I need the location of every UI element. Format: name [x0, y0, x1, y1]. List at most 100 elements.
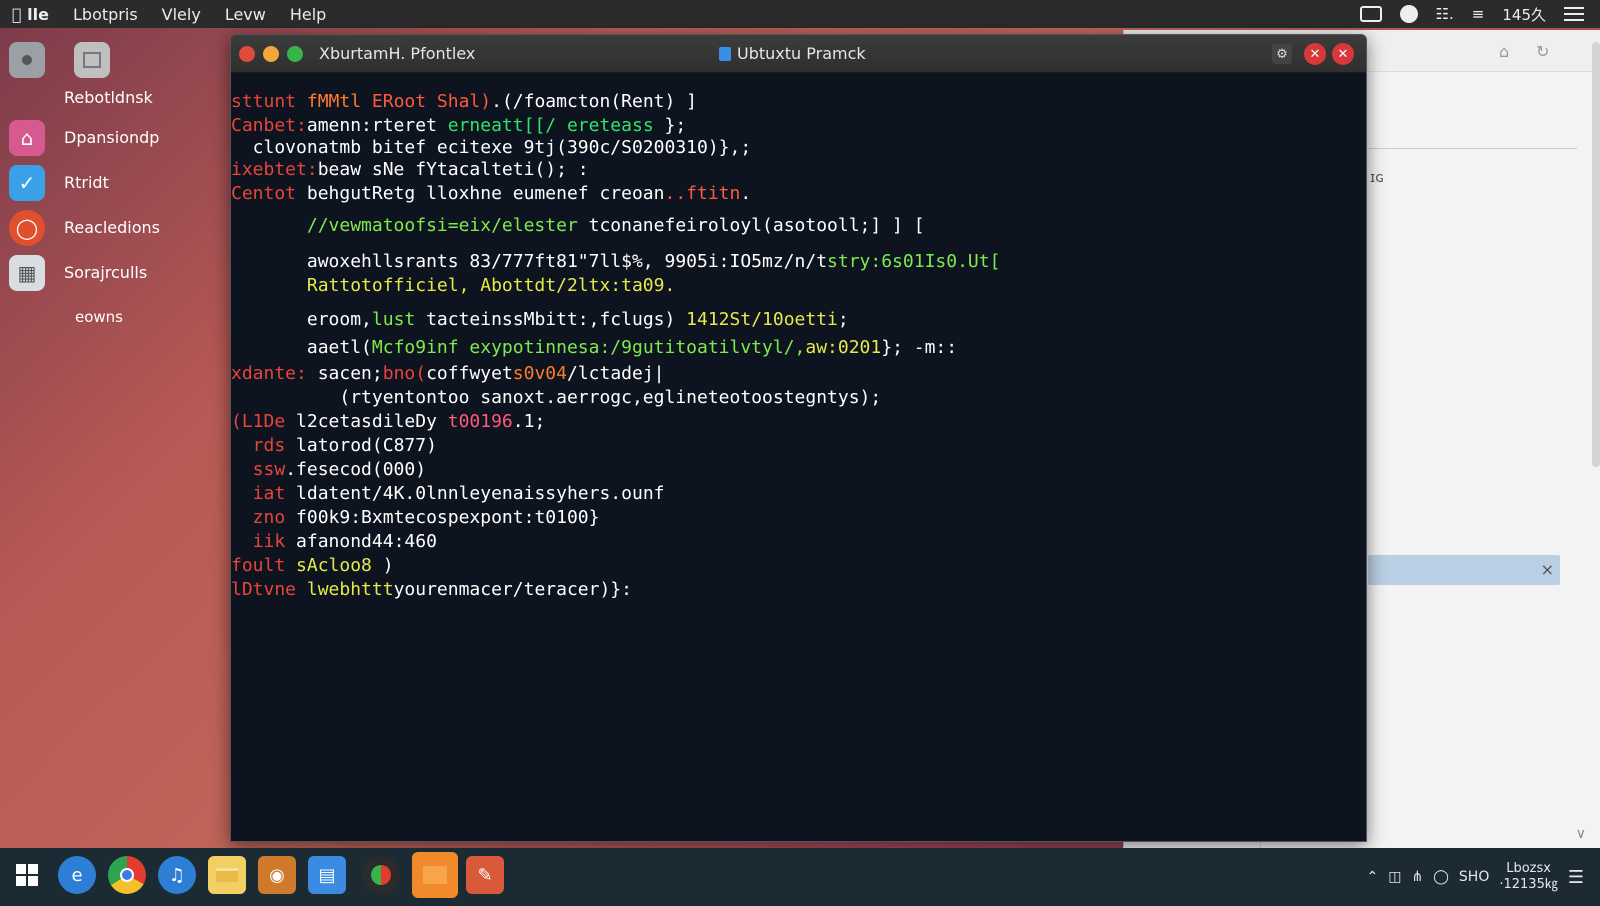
terminal-line: iik afanond44:460 — [231, 531, 437, 552]
close-icon[interactable]: ✕ — [1304, 43, 1326, 65]
folder-icon[interactable] — [412, 852, 458, 898]
terminal-text: aw:0201 — [805, 337, 882, 358]
windows-start-icon[interactable] — [8, 856, 46, 894]
terminal-line: foult sAcloo8 ) — [231, 555, 394, 576]
launcher-label-3[interactable]: Rtridt — [64, 173, 109, 192]
terminal-line: eroom,lust tacteinssMbitt:,fclugs) 1412S… — [231, 309, 849, 330]
launcher-item-disk[interactable] — [0, 40, 110, 80]
terminal-text: iik — [231, 531, 297, 552]
refresh-icon[interactable]: ↻ — [1536, 42, 1554, 61]
terminal-text: erneatt[[/ ereteass — [447, 115, 665, 136]
launcher-item-5[interactable]: ▦ — [0, 253, 45, 293]
checkmark-icon: ✓ — [9, 165, 45, 201]
launcher-label-5[interactable]: Sorajrculls — [64, 263, 147, 282]
terminal-line: ssw.fesecod(000) — [231, 459, 426, 480]
volume-icon[interactable]: ◯ — [1433, 869, 1449, 885]
chevron-up-icon[interactable]: ⌃ — [1367, 869, 1379, 885]
scrollbar[interactable] — [1592, 42, 1600, 467]
ie-browser-icon[interactable]: e — [58, 856, 96, 894]
folder-icon — [74, 42, 110, 78]
chevron-down-icon[interactable]: ∨ — [1576, 826, 1586, 842]
camera-icon[interactable]: ◉ — [258, 856, 296, 894]
launcher-item-4[interactable]: ◯ — [0, 208, 45, 248]
terminal-line: Centot behgutRetg lloxhne eumenef creoan… — [231, 183, 751, 204]
clock[interactable]: 145久 — [1502, 4, 1546, 25]
terminal-line: Rattotofficiel, Abottdt/2ltx:ta09. — [231, 275, 675, 296]
terminal-text: . — [740, 183, 752, 204]
desktop-launcher: Rebotldnsk ⌂ Dpansiondp ✓ Rtridt ◯ Reacl… — [0, 28, 230, 848]
terminal-text: bno( — [382, 363, 427, 384]
settings-icon[interactable]: ⚙ — [1272, 44, 1292, 64]
launcher-label-4[interactable]: Reacledions — [64, 218, 160, 237]
grid-icon[interactable]: ≡ — [1472, 5, 1485, 23]
menu-item-help[interactable]: Help — [278, 5, 338, 24]
terminal-titlebar[interactable]: XburtamH. Pfontlex Ubtuxtu Pramck ⚙ ✕ ✕ — [231, 35, 1366, 73]
terminal-text: aaetl( — [231, 337, 372, 358]
terminal-text: foult — [231, 555, 297, 576]
terminal-line: (rtyentontoo sanoxt.aerrogc,eglineteotoo… — [231, 387, 881, 408]
launcher-label-6[interactable]: eowns — [75, 308, 123, 326]
menu-item-4[interactable]: Levw — [213, 5, 278, 24]
terminal-line: sttunt fMMtl ERoot Shal).(/foamcton(Rent… — [231, 91, 697, 112]
terminal-text: Mcfo9inf exypotinnesa:/9gutitoatilvtyl/, — [371, 337, 806, 358]
terminal-text: ) — [382, 555, 394, 576]
maximize-window-button[interactable] — [287, 46, 303, 62]
menu-item-2[interactable]: Lbotpris — [61, 5, 150, 24]
terminal-text: }; — [664, 115, 687, 136]
clock-line-1: Lbozsx — [1506, 861, 1551, 876]
terminal-line: clovonatmb bitef ecitexe 9tj(390c/S02003… — [231, 137, 752, 158]
terminal-text: f00k9:Bxmtecospexpont:t0100} — [296, 507, 600, 528]
browser-window-icon[interactable]: ▤ — [308, 856, 346, 894]
terminal-text: 1412St/10oetti — [686, 309, 838, 330]
terminal-text: sacen; — [317, 363, 383, 384]
tablet-icon[interactable]: ◫ — [1388, 869, 1401, 885]
taskbar-clock[interactable]: Lbozsx ·12135㎏ — [1499, 861, 1558, 893]
clock-line-2: ·12135㎏ — [1499, 877, 1558, 892]
shield-icon[interactable] — [362, 856, 400, 894]
tray-text[interactable]: SHO — [1459, 869, 1489, 885]
launcher-item-3[interactable]: ✓ — [0, 163, 45, 203]
terminal-text: lwebhttt — [306, 579, 394, 600]
terminal-line: awoxehllsrants 83/777ft81"7ll$%, 9905i:I… — [231, 251, 1001, 272]
terminal-text: coffwyet — [426, 363, 513, 384]
notification-bar[interactable]: × — [1368, 555, 1560, 585]
divider — [1369, 148, 1577, 149]
chrome-icon[interactable] — [108, 856, 146, 894]
file-manager-icon[interactable] — [208, 856, 246, 894]
menu-item-3[interactable]: Vlely — [150, 5, 213, 24]
terminal-text: lust — [371, 309, 427, 330]
terminal-text: awoxehllsrants 83/777ft81"7ll$%, 9905i:I… — [231, 251, 828, 272]
launcher-label-2[interactable]: Dpansiondp — [64, 128, 159, 147]
terminal-text: behgutRetg lloxhne eumenef creoan — [306, 183, 665, 204]
text-fragment: ɪɢ — [1370, 170, 1385, 186]
music-icon[interactable]: ♫ — [158, 856, 196, 894]
minimize-window-button[interactable] — [263, 46, 279, 62]
terminal-line: (L1De l2cetasdileDy t00196.1; — [231, 411, 545, 432]
terminal-output[interactable]: sttunt fMMtl ERoot Shal).(/foamcton(Rent… — [231, 73, 1366, 841]
book-icon[interactable] — [1359, 6, 1382, 22]
pdf-document-icon[interactable]: ✎ — [466, 856, 504, 894]
menu-bar-items:  lle Lbotpris Vlely Levw Help — [0, 0, 338, 28]
close-button[interactable]: ✕ — [1332, 43, 1354, 65]
home-icon[interactable]: ⌂ — [1499, 42, 1517, 61]
close-icon[interactable]: × — [1541, 560, 1554, 579]
terminal-text: (L1De — [231, 411, 297, 432]
globe-icon[interactable] — [1399, 5, 1418, 23]
window-title: Ubtuxtu Pramck — [719, 44, 866, 63]
window-title-text: Ubtuxtu Pramck — [737, 44, 866, 63]
terminal-window[interactable]: XburtamH. Pfontlex Ubtuxtu Pramck ⚙ ✕ ✕ … — [230, 34, 1367, 842]
terminal-text: tacteinssMbitt:,fclugs) — [426, 309, 687, 330]
launcher-item-2[interactable]: ⌂ — [0, 118, 45, 158]
notification-icon[interactable]: ☰ — [1568, 867, 1584, 888]
system-tray: ⌃ ◫ ⋔ ◯ SHO Lbozsx ·12135㎏ ☰ — [1367, 848, 1600, 906]
terminal-line: //vewmatoofsi=eix/elester tconanefeirolo… — [231, 215, 925, 236]
apple-menu[interactable]:  lle — [0, 5, 61, 24]
hamburger-menu-icon[interactable] — [1564, 7, 1584, 21]
close-window-button[interactable] — [239, 46, 255, 62]
keyboard-icon[interactable]: ☷. — [1436, 5, 1454, 23]
network-icon[interactable]: ⋔ — [1412, 869, 1424, 885]
terminal-text: Centot — [231, 183, 307, 204]
menu-item-file[interactable]: lle — [27, 5, 49, 24]
taskbar: e ♫ ◉ ▤ ✎ ⌃ ◫ ⋔ ◯ SHO Lbozsx ·12135㎏ ☰ — [0, 848, 1600, 906]
launcher-label-1[interactable]: Rebotldnsk — [64, 88, 153, 107]
